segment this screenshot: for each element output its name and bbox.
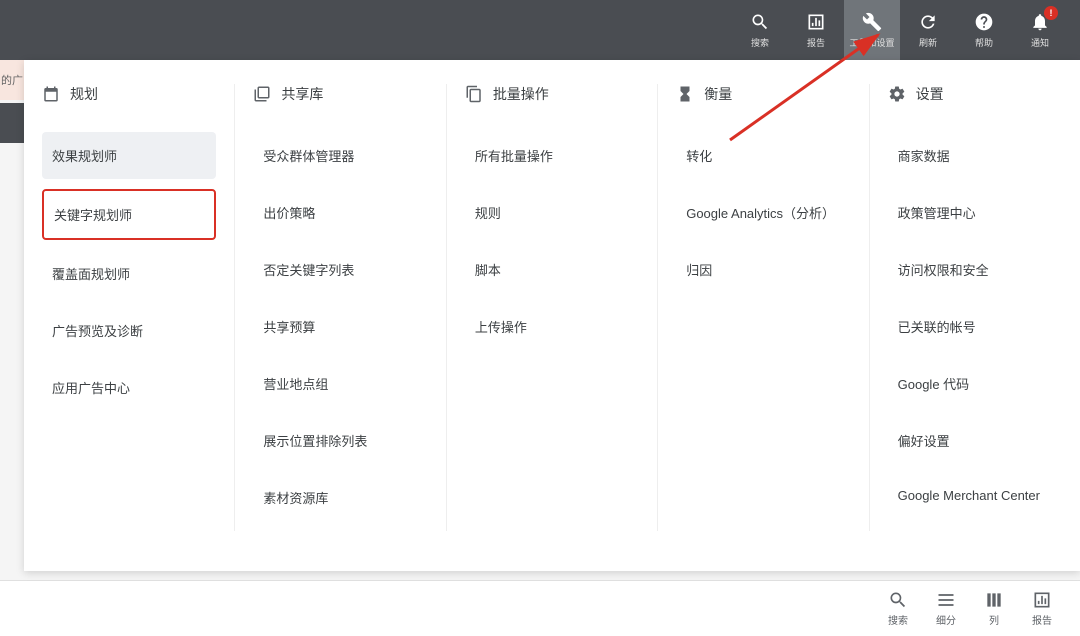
menu-item[interactable]: 已关联的帐号 <box>888 303 1062 350</box>
bottombar-item-label: 搜索 <box>888 612 908 627</box>
menu-column-title: 规划 <box>70 84 98 104</box>
help-icon <box>974 12 994 32</box>
menu-column-1: 共享库受众群体管理器出价策略否定关键字列表共享预算营业地点组展示位置排除列表素材… <box>235 84 446 531</box>
menu-item[interactable]: 应用广告中心 <box>42 364 216 411</box>
hourglass-icon <box>676 85 694 103</box>
bottombar-item-label: 报告 <box>1032 612 1052 627</box>
menu-item[interactable]: 否定关键字列表 <box>253 246 427 293</box>
calendar-icon <box>42 85 60 103</box>
menu-item[interactable]: 商家数据 <box>888 132 1062 179</box>
bottom-toolbar: 搜索 细分 列 报告 <box>0 580 1080 636</box>
menu-column-title: 批量操作 <box>493 84 549 104</box>
menu-column-2: 批量操作所有批量操作规则脚本上传操作 <box>447 84 658 531</box>
tools-mega-menu: 规划效果规划师关键字规划师覆盖面规划师广告预览及诊断应用广告中心共享库受众群体管… <box>24 60 1080 571</box>
topbar-refresh-button[interactable]: 刷新 <box>900 0 956 60</box>
topbar-item-label: 报告 <box>807 36 825 49</box>
bottombar-search-button[interactable]: 搜索 <box>874 590 922 627</box>
menu-item[interactable]: Google Merchant Center <box>888 474 1062 517</box>
menu-item[interactable]: 出价策略 <box>253 189 427 236</box>
copy-icon <box>465 85 483 103</box>
wrench-icon <box>862 12 882 32</box>
search-icon <box>888 590 908 610</box>
bottombar-chart-button[interactable]: 报告 <box>1018 590 1066 627</box>
menu-item[interactable]: 所有批量操作 <box>465 132 639 179</box>
menu-item[interactable]: 偏好设置 <box>888 417 1062 464</box>
menu-column-title: 共享库 <box>281 84 323 104</box>
gear-icon <box>888 85 906 103</box>
menu-item[interactable]: 上传操作 <box>465 303 639 350</box>
library-icon <box>253 85 271 103</box>
menu-item[interactable]: 归因 <box>676 246 850 293</box>
menu-column-header: 规划 <box>42 84 216 104</box>
menu-column-4: 设置商家数据政策管理中心访问权限和安全已关联的帐号 Google 代码偏好设置 Go… <box>870 84 1080 531</box>
topbar-item-label: 工具和设置 <box>849 36 894 49</box>
left-dark-strip <box>0 103 24 143</box>
segment-icon <box>936 590 956 610</box>
menu-item[interactable]: 展示位置排除列表 <box>253 417 427 464</box>
menu-column-title: 衡量 <box>704 84 732 104</box>
search-icon <box>750 12 770 32</box>
topbar-wrench-button[interactable]: 工具和设置 <box>844 0 900 60</box>
topbar-item-label: 帮助 <box>975 36 993 49</box>
menu-item[interactable]: 效果规划师 <box>42 132 216 179</box>
topbar-chart-button[interactable]: 报告 <box>788 0 844 60</box>
menu-item[interactable]: 素材资源库 <box>253 474 427 521</box>
topbar-item-label: 通知 <box>1031 36 1049 49</box>
bottombar-segment-button[interactable]: 细分 <box>922 590 970 627</box>
refresh-icon <box>918 12 938 32</box>
menu-item[interactable]: 覆盖面规划师 <box>42 250 216 297</box>
menu-column-0: 规划效果规划师关键字规划师覆盖面规划师广告预览及诊断应用广告中心 <box>24 84 235 531</box>
topbar-search-button[interactable]: 搜索 <box>732 0 788 60</box>
menu-item[interactable]: Google 代码 <box>888 360 1062 407</box>
chart-icon <box>806 12 826 32</box>
menu-column-header: 设置 <box>888 84 1062 104</box>
bottombar-columns-button[interactable]: 列 <box>970 590 1018 627</box>
menu-item[interactable]: 政策管理中心 <box>888 189 1062 236</box>
top-toolbar: 搜索 报告 工具和设置 刷新 帮助 通知! <box>0 0 1080 60</box>
menu-column-header: 共享库 <box>253 84 427 104</box>
menu-item[interactable]: 规则 <box>465 189 639 236</box>
columns-icon <box>984 590 1004 610</box>
menu-item[interactable]: 脚本 <box>465 246 639 293</box>
menu-column-header: 批量操作 <box>465 84 639 104</box>
topbar-item-label: 搜索 <box>751 36 769 49</box>
menu-column-header: 衡量 <box>676 84 850 104</box>
notification-badge: ! <box>1044 6 1058 20</box>
topbar-item-label: 刷新 <box>919 36 937 49</box>
left-strip-text: 的广 <box>1 72 23 88</box>
menu-item[interactable]: 关键字规划师 <box>42 189 216 240</box>
topbar-bell-button[interactable]: 通知! <box>1012 0 1068 60</box>
menu-item[interactable]: 受众群体管理器 <box>253 132 427 179</box>
left-strip: 的广 <box>0 60 24 100</box>
menu-item[interactable]: 访问权限和安全 <box>888 246 1062 293</box>
bottombar-item-label: 列 <box>989 612 999 627</box>
menu-column-title: 设置 <box>916 84 944 104</box>
menu-column-3: 衡量转化 Google Analytics（分析） 归因 <box>658 84 869 531</box>
bottombar-item-label: 细分 <box>936 612 956 627</box>
menu-item[interactable]: 广告预览及诊断 <box>42 307 216 354</box>
menu-item[interactable]: Google Analytics（分析） <box>676 189 850 236</box>
menu-item[interactable]: 转化 <box>676 132 850 179</box>
menu-item[interactable]: 共享预算 <box>253 303 427 350</box>
topbar-help-button[interactable]: 帮助 <box>956 0 1012 60</box>
chart-icon <box>1032 590 1052 610</box>
menu-item[interactable]: 营业地点组 <box>253 360 427 407</box>
